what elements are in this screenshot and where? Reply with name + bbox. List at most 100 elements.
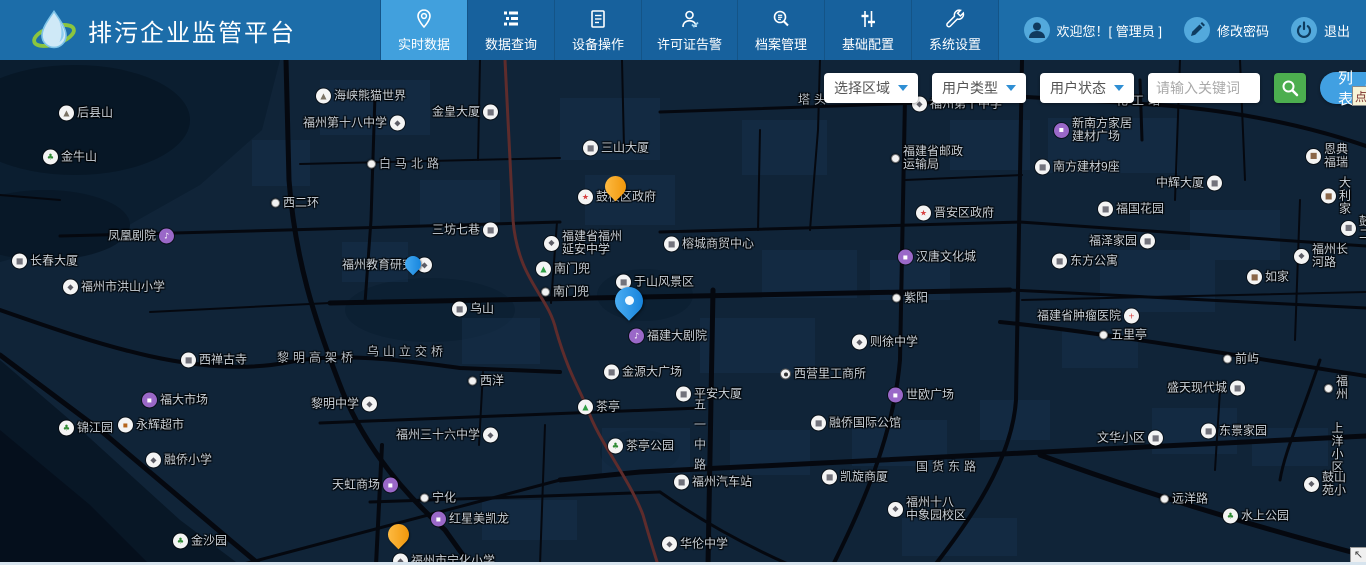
region-dropdown[interactable]: 选择区域 <box>824 73 918 103</box>
poi-shop-icon: ▪ <box>431 512 446 527</box>
poi-mountain-icon: ▲ <box>59 106 74 121</box>
app-header: 排污企业监管平台 实时数据数据查询设备操作许可证告警档案管理基础配置系统设置 欢… <box>0 0 1366 60</box>
change-password-link[interactable]: 修改密码 <box>1217 21 1269 40</box>
nav-item-label: 设备操作 <box>572 34 624 53</box>
user-status-dropdown[interactable]: 用户状态 <box>1040 73 1134 103</box>
map-poi-label: ■三坊七巷 <box>432 223 498 238</box>
map-poi-label: ▪世欧广场 <box>888 388 954 403</box>
keyword-search-input[interactable] <box>1148 73 1260 103</box>
poi-building-icon: ■ <box>604 365 619 380</box>
poi-text: 红星美凯龙 <box>449 513 509 526</box>
poi-text: 茶亭公园 <box>626 440 674 453</box>
poi-text: 凤凰剧院 <box>108 230 156 243</box>
logout-link[interactable]: 退出 <box>1324 21 1350 40</box>
poi-hotel-icon: ■ <box>1321 189 1336 204</box>
nav-item-label: 基础配置 <box>842 34 894 53</box>
poi-school-icon: ◆ <box>63 280 78 295</box>
map-poi-label: ◆鼓山苑小 <box>1304 471 1357 497</box>
nav-item-license-alarm[interactable]: 许可证告警 <box>642 0 738 60</box>
poi-text: 中辉大厦 <box>1156 177 1204 190</box>
poi-text: 金沙园 <box>191 535 227 548</box>
welcome-text: 欢迎您！[ 管理员 ] <box>1057 21 1162 40</box>
poi-text: 鼓二 <box>1359 215 1366 241</box>
poi-shop-icon: ▪ <box>888 388 903 403</box>
poi-text: 如家 <box>1265 271 1289 284</box>
poi-hotel-icon: ■ <box>1306 149 1321 164</box>
search-button[interactable] <box>1274 73 1306 103</box>
map-poi-label: ▲南门兜 <box>536 262 590 277</box>
nav-item-system-settings[interactable]: 系统设置 <box>912 0 999 60</box>
map-poi-label: ◆福州三十六中学 <box>396 428 498 443</box>
partial-map-label: 点 <box>1352 86 1366 106</box>
app-window: ▲后县山♣金牛山▲海峡熊猫世界◆福州第十八中学■金皇大厦白马北路■三山大厦西二环… <box>0 0 1366 565</box>
edit-pencil-icon[interactable] <box>1184 17 1210 43</box>
map-poi-label: 乌山立交桥 <box>367 346 447 359</box>
map-poi-label: ◆黎明中学 <box>311 397 377 412</box>
poi-text: 茶亭 <box>596 401 620 414</box>
poi-text: 南门兜 <box>553 286 589 299</box>
poi-text: 于山风景区 <box>634 276 694 289</box>
poi-text: 凯旋商厦 <box>840 471 888 484</box>
poi-tree-icon: ♣ <box>43 150 58 165</box>
poi-text: 福州长河路 <box>1312 243 1357 269</box>
poi-dot-icon <box>1324 384 1333 393</box>
map-poi-label: ◆福州第十八中学 <box>303 116 405 131</box>
nav-item-device-operation[interactable]: 设备操作 <box>555 0 642 60</box>
map-poi-label: 福州 <box>1324 375 1357 401</box>
poi-building-icon: ■ <box>1341 221 1356 236</box>
poi-text: 融侨小学 <box>164 454 212 467</box>
map-poi-label: 远洋路 <box>1160 493 1208 506</box>
map-poi-label: ▪永辉超市 <box>118 418 184 433</box>
user-type-dropdown[interactable]: 用户类型 <box>932 73 1026 103</box>
map-poi-label: ▲茶亭 <box>578 400 620 415</box>
poi-text: 福建大剧院 <box>647 330 707 343</box>
map-poi-label: ▪天虹商场 <box>332 478 398 493</box>
poi-text: 西禅古寺 <box>199 354 247 367</box>
poi-building-icon: ■ <box>1148 431 1163 446</box>
nav-item-basic-config[interactable]: 基础配置 <box>825 0 912 60</box>
poi-dot-icon <box>271 199 280 208</box>
map-poi-label: ◆华伦中学 <box>662 537 728 552</box>
power-icon[interactable] <box>1291 17 1317 43</box>
map-poi-label: ♣水上公园 <box>1223 509 1289 524</box>
map-poi-label: ■南方建材9座 <box>1035 160 1120 175</box>
poi-text: 盛天现代城 <box>1167 382 1227 395</box>
poi-dot-icon <box>468 377 477 386</box>
map-poi-label: ♣金沙园 <box>173 534 227 549</box>
poi-shop-icon: ▪ <box>142 393 157 408</box>
map-filter-bar: 选择区域 用户类型 用户状态 列表 > <box>824 72 1366 104</box>
map-poi-label: ■金皇大厦 <box>432 105 498 120</box>
poi-star-icon: ★ <box>916 206 931 221</box>
map-poi-label: ▪汉唐文化城 <box>898 250 976 265</box>
nav-item-label: 档案管理 <box>755 34 807 53</box>
nav-item-data-query[interactable]: 数据查询 <box>468 0 555 60</box>
chevron-down-icon <box>1114 85 1124 91</box>
poi-text: 天虹商场 <box>332 479 380 492</box>
poi-dot-icon <box>891 154 900 163</box>
poi-dot-icon <box>420 494 429 503</box>
nav-item-realtime-data[interactable]: 实时数据 <box>380 0 468 60</box>
poi-text: 宁化 <box>432 492 456 505</box>
poi-text: 五里亭 <box>1111 329 1147 342</box>
search-icon <box>1280 78 1300 98</box>
map-poi-label: 福建省邮政 运输局 <box>891 145 963 171</box>
poi-music-icon: ♪ <box>159 229 174 244</box>
poi-text: 大利家 <box>1339 177 1357 216</box>
map-poi-label: ♪凤凰剧院 <box>108 229 174 244</box>
user-status-dropdown-label: 用户状态 <box>1050 78 1106 98</box>
poi-text: 榕城商贸中心 <box>682 238 754 251</box>
map-poi-label: ♣茶亭公园 <box>608 439 674 454</box>
poi-text: 福州十八 中象园校区 <box>906 496 966 522</box>
poi-text: 上洋小区 <box>1332 422 1355 474</box>
poi-building-icon: ■ <box>181 353 196 368</box>
poi-text: 黎明中学 <box>311 398 359 411</box>
poi-text: 金牛山 <box>61 151 97 164</box>
nav-item-archive-management[interactable]: 档案管理 <box>738 0 825 60</box>
map-poi-label: +福建省肿瘤医院 <box>1037 309 1139 324</box>
poi-mountain-icon: ▲ <box>316 89 331 104</box>
poi-dot-icon <box>1160 495 1169 504</box>
poi-building-icon: ■ <box>483 105 498 120</box>
user-area: 欢迎您！[ 管理员 ] 修改密码 退出 <box>1024 0 1350 60</box>
map-poi-label: ♣金牛山 <box>43 150 97 165</box>
map-poi-label: ■平安大厦 <box>676 387 742 402</box>
